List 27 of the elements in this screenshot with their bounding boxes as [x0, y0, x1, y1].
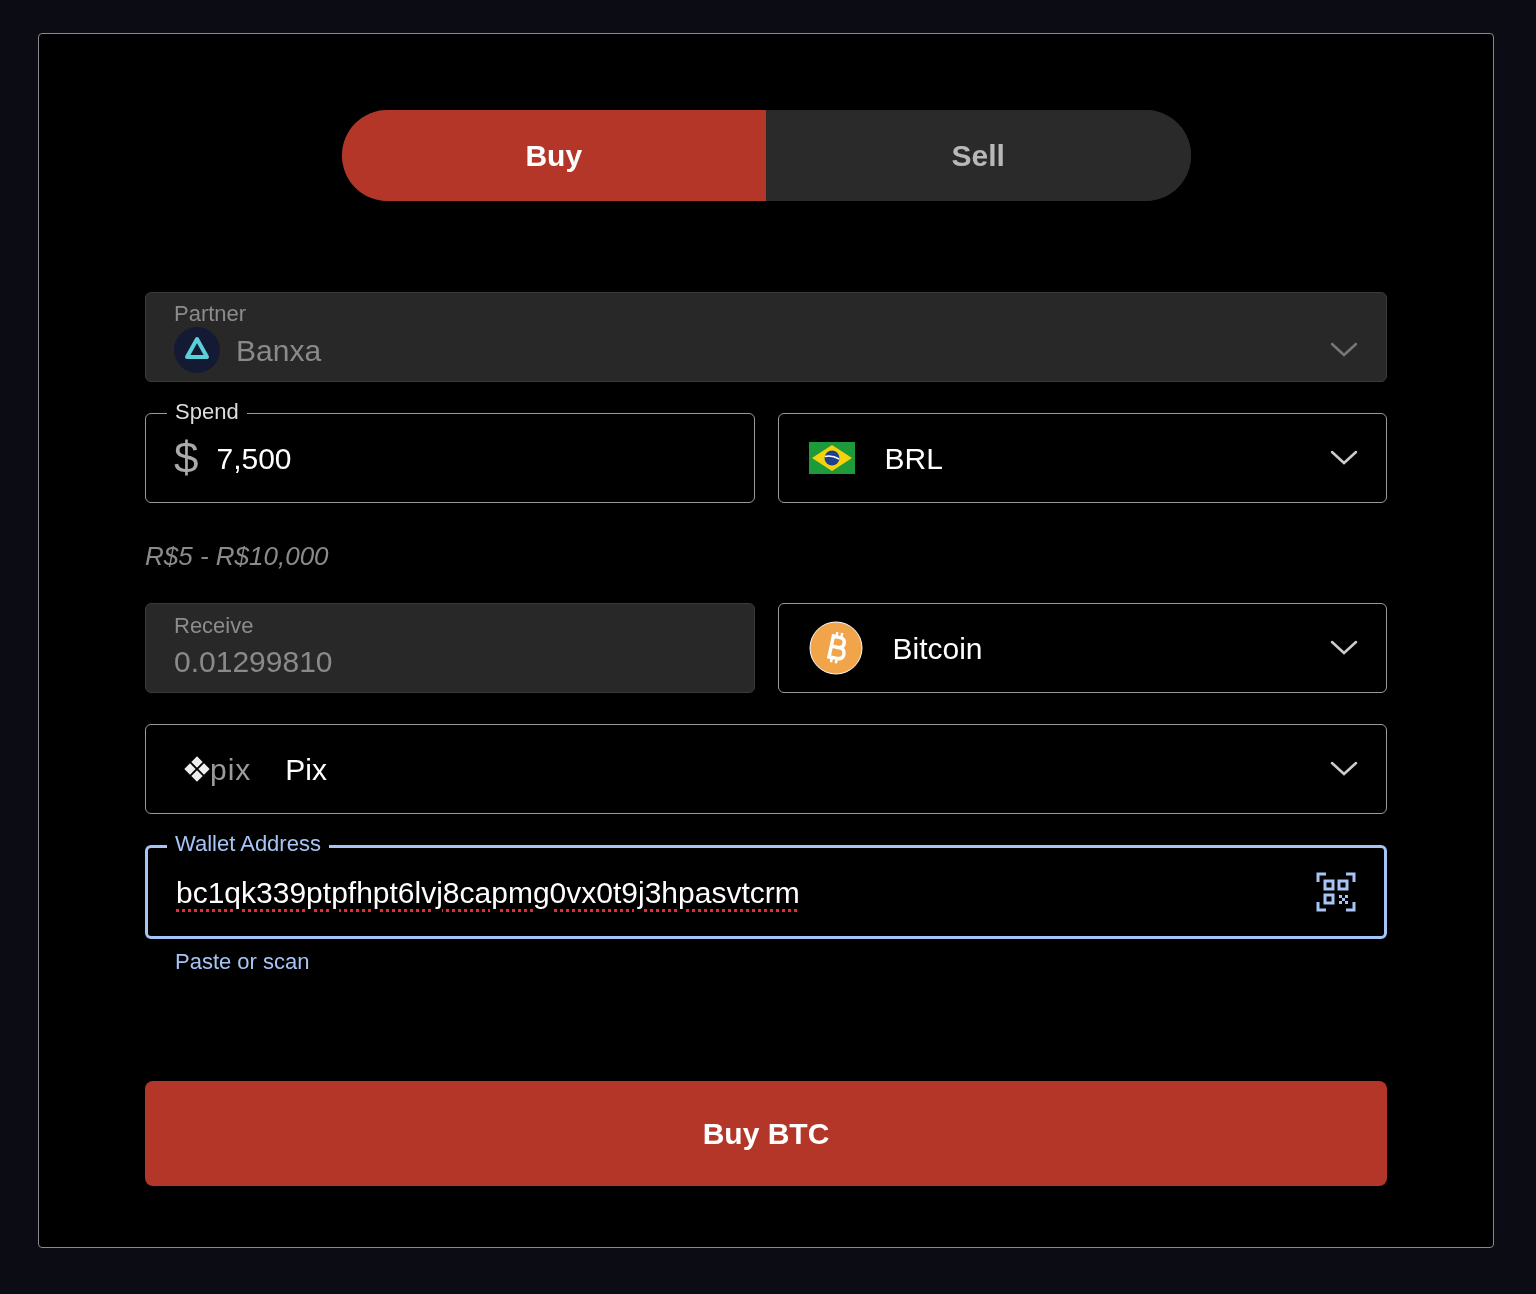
currency-symbol: $: [174, 432, 199, 484]
amount-range-hint: R$5 - R$10,000: [145, 541, 329, 571]
asset-name: Bitcoin: [892, 630, 983, 667]
chevron-down-icon: [1330, 342, 1358, 358]
qr-scan-icon[interactable]: [1316, 872, 1356, 912]
payment-method-name: Pix: [285, 751, 328, 788]
logo-wordmark: pix: [210, 751, 252, 788]
currency-select[interactable]: BRL: [777, 413, 1387, 503]
tab[interactable]: Buy: [341, 110, 766, 201]
field-label: Receive: [174, 612, 254, 639]
asset-select[interactable]: Bitcoin: [777, 603, 1387, 693]
partner-name: Banxa: [236, 332, 322, 369]
chevron-down-icon: [1330, 450, 1358, 466]
buy-button[interactable]: Buy BTC: [145, 1081, 1387, 1186]
diamond-logo-icon: [184, 756, 210, 782]
helper-text: Paste or scan: [175, 948, 310, 976]
bitcoin-icon: [808, 621, 863, 675]
brazil-flag-icon: [808, 442, 855, 474]
triangle-logo-icon: [174, 327, 220, 373]
payment-method-select[interactable]: pix Pix: [145, 724, 1387, 814]
chevron-down-icon: [1330, 761, 1358, 777]
receive-value: 0.01299810: [174, 643, 333, 680]
amount-value: 7,500: [216, 440, 292, 477]
address-input[interactable]: bc1qk339ptpfhpt6lvj8capmg0vx0t9j3hpasvtcrm: [176, 869, 1316, 915]
chevron-down-icon: [1330, 640, 1358, 656]
currency-code: BRL: [884, 440, 943, 477]
field-label: Partner: [174, 301, 247, 327]
